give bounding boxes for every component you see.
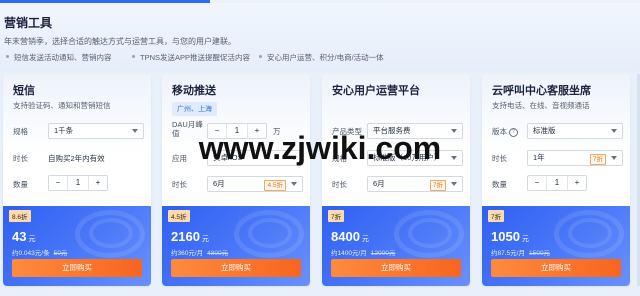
quantity-label: 数量 [492,180,507,189]
price: 2160 元 [171,229,209,244]
product-card-operation: 安心用户运营平台 产品类型 平台服务费 规格 标准版（10万用户） 时长 6月 7… [322,74,470,286]
watermark: www.zjwiki.com [198,130,442,166]
price-detail: 约1400元/月 12000元 [331,250,396,257]
card-title: 短信 [13,85,35,97]
card-title: 云呼叫中心客服坐席 [492,85,591,97]
buy-now-button[interactable]: 立即购买 [12,259,142,277]
product-card-callcenter: 云呼叫中心客服坐席 支持电话、在线、音视频通话 版本? 标准版 时长 1年 7折 … [482,74,630,286]
card-title: 安心用户运营平台 [332,85,420,97]
decrement-button[interactable]: − [49,176,68,190]
buy-now-button[interactable]: 立即购买 [331,259,461,277]
decrement-button[interactable]: − [528,176,547,190]
page-title: 营销工具 [4,16,53,30]
duration-select[interactable]: 6月 7折 [367,176,463,192]
price: 1050 元 [491,229,529,244]
product-card-sms: 短信 支持验证码、通知和营销短信 规格 1千条 时长 自购买2年内有效 数量 −… [3,74,151,286]
discount-badge: 8.6折 [9,210,31,222]
original-price: 50元 [53,250,68,257]
price: 8400 元 [331,229,369,244]
duration-select[interactable]: 6月 4.5折 [207,176,303,192]
price: 43 元 [12,229,36,244]
price-panel: 7折 1050 元 约87.5元/月 1500元 立即购买 [482,206,630,286]
card-description: 支持验证码、通知和营销短信 [13,101,111,110]
increment-button[interactable]: + [567,176,586,190]
quantity-value: 1 [554,178,560,187]
original-price: 1500元 [528,250,550,257]
feature-bullet-tpns: TPNS发送APP推送提醒促活内容 [131,53,251,62]
chevron-down-icon [451,182,457,186]
discount-badge: 7折 [328,210,345,222]
buy-now-button[interactable]: 立即购买 [171,259,301,277]
price-detail: 约87.5元/月 1500元 [491,250,550,257]
price-detail: 约0.043元/条 50元 [12,250,68,257]
product-card-push: 移动推送 广州、上海 DAU月峰值 − 1 + 万 应用 安卓/iOS 时长 6… [162,74,310,286]
region-tag: 广州、上海 [172,102,217,116]
feature-bullet-operation: 安心用户运营、积分/电商/活动一体 [259,53,384,62]
quantity-stepper[interactable]: − 1 + [527,175,587,191]
discount-badge: 7折 [488,210,505,222]
price-detail: 约360元/月 4800元 [171,250,229,257]
price-panel: 8.6折 43 元 约0.043元/条 50元 立即购买 [3,206,151,286]
duration-label: 时长 [172,180,187,189]
price-panel: 4.5折 2160 元 约360元/月 4800元 立即购买 [162,206,310,286]
duration-discount-badge: 7折 [429,180,446,191]
quantity-label: 数量 [13,180,28,189]
quantity-value: 1 [75,178,81,187]
quantity-stepper[interactable]: − 1 + [48,175,108,191]
discount-badge: 4.5折 [168,210,190,222]
active-tab-underline [0,0,210,3]
page-subtitle: 年末营销季，选择合适的触达方式与运营工具，与您的用户建联。 [4,37,236,46]
card-title: 移动推送 [172,85,216,97]
increment-button[interactable]: + [88,176,107,190]
original-price: 12000元 [370,250,396,257]
top-tab-indicator [0,0,640,3]
price-panel: 7折 8400 元 约1400元/月 12000元 立即购买 [322,206,470,286]
feature-bullet-sms: 短信发送活动通知、营销内容 [6,53,112,62]
duration-discount-badge: 4.5折 [264,180,286,191]
chevron-down-icon [291,182,297,186]
duration-label: 时长 [332,180,347,189]
buy-now-button[interactable]: 立即购买 [491,259,621,277]
original-price: 4800元 [207,250,229,257]
card-description: 支持电话、在线、音视频通话 [492,101,590,110]
